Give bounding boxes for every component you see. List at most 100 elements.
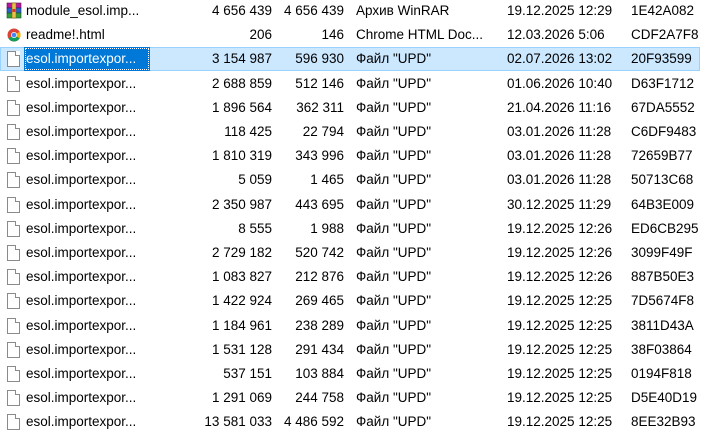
file-packed-size: 443 695 (295, 196, 344, 212)
file-packed-size: 4 486 592 (283, 414, 344, 430)
file-type: Файл "UPD" (356, 172, 432, 188)
file-icon (6, 362, 22, 386)
file-packed-size: 1 988 (310, 220, 344, 236)
file-modified: 19.12.2025 12:26 (507, 220, 613, 236)
file-crc: ED6CB295 (631, 220, 699, 236)
file-crc: 7D5674F8 (631, 293, 695, 309)
file-icon (6, 289, 22, 313)
file-packed-size: 362 311 (296, 99, 344, 115)
file-type: Архив WinRAR (356, 3, 450, 18)
file-row[interactable]: esol.importexpor... 537 151 103 884 Файл "U… (0, 362, 717, 386)
file-crc: 20F93599 (631, 51, 692, 67)
file-icon (6, 314, 22, 338)
file-name: esol.importexpor... (26, 148, 137, 164)
file-modified: 21.04.2026 11:16 (507, 99, 612, 115)
file-icon (6, 96, 22, 120)
file-name: module_esol.imp... (26, 3, 140, 18)
file-modified: 19.12.2025 12:25 (507, 390, 613, 406)
file-name: esol.importexpor... (26, 341, 137, 357)
file-row[interactable]: esol.importexpor... 1 083 827 212 876 Файл … (0, 265, 717, 289)
file-type: Файл "UPD" (356, 317, 432, 333)
file-row[interactable]: esol.importexpor... 5 059 1 465 Файл "UPD" 0… (0, 168, 717, 192)
file-size: 2 350 987 (211, 196, 272, 212)
file-crc: 64B3E009 (631, 196, 695, 212)
file-crc: 3099F49F (631, 245, 693, 260)
file-type: Файл "UPD" (356, 148, 432, 164)
archive-file-list[interactable]: module_esol.imp... 4 656 439 4 656 439 Архи… (0, 0, 717, 435)
file-name: esol.importexpor... (26, 390, 137, 406)
file-size: 8 555 (238, 220, 272, 236)
file-name: esol.importexpor... (26, 124, 137, 139)
file-type: Файл "UPD" (356, 366, 432, 381)
file-modified: 03.01.2026 11:28 (507, 172, 612, 188)
file-name: readme!.html (26, 27, 105, 43)
file-packed-size: 512 146 (295, 75, 344, 91)
file-type: Файл "UPD" (356, 390, 432, 406)
file-size: 118 425 (224, 124, 272, 139)
file-size: 3 154 987 (211, 51, 272, 67)
file-packed-size: 146 (321, 27, 344, 43)
file-type: Chrome HTML Doc... (356, 27, 484, 43)
file-modified: 02.07.2026 13:02 (507, 51, 613, 67)
file-type: Файл "UPD" (356, 220, 432, 236)
file-crc: 38F03864 (631, 341, 692, 357)
file-packed-size: 4 656 439 (283, 3, 344, 18)
file-modified: 30.12.2025 11:29 (507, 196, 612, 212)
file-type: Файл "UPD" (356, 341, 432, 357)
file-name: esol.importexpor... (26, 99, 137, 115)
file-crc: 1E42A082 (631, 3, 695, 18)
file-row[interactable]: readme!.html 206 146 Chrome HTML Doc... 12.0… (0, 23, 717, 47)
file-row[interactable]: esol.importexpor... 1 531 128 291 434 Файл … (0, 338, 717, 362)
file-modified: 19.12.2025 12:25 (507, 293, 613, 309)
file-packed-size: 1 465 (310, 172, 344, 188)
file-size: 2 729 182 (211, 245, 272, 260)
file-row[interactable]: esol.importexpor... 2 350 987 443 695 Файл … (0, 193, 717, 217)
file-row[interactable]: esol.importexpor... 1 422 924 269 465 Файл … (0, 289, 717, 313)
file-name: esol.importexpor... (26, 220, 137, 236)
file-packed-size: 103 884 (295, 366, 344, 381)
file-size: 1 184 961 (211, 317, 272, 333)
file-size: 206 (249, 27, 272, 43)
file-icon (6, 338, 22, 362)
file-name: esol.importexpor... (26, 172, 137, 188)
file-row[interactable]: esol.importexpor... 3 154 987 596 930 Файл … (0, 47, 717, 72)
file-modified: 19.12.2025 12:25 (507, 414, 613, 430)
file-icon (6, 241, 22, 265)
file-row[interactable]: esol.importexpor... 1 810 319 343 996 Файл … (0, 144, 717, 168)
file-modified: 19.12.2025 12:26 (507, 269, 613, 285)
file-modified: 19.12.2025 12:25 (507, 341, 613, 357)
file-size: 1 531 128 (211, 341, 272, 357)
file-type: Файл "UPD" (356, 51, 432, 67)
file-type: Файл "UPD" (356, 293, 432, 309)
winrar-archive-icon (6, 0, 22, 23)
file-icon (6, 217, 22, 241)
file-row[interactable]: esol.importexpor... 8 555 1 988 Файл "UPD" 1… (0, 217, 717, 241)
file-row[interactable]: esol.importexpor... 13 581 033 4 486 592 Фа… (0, 410, 717, 434)
file-packed-size: 291 434 (295, 341, 344, 357)
file-icon (6, 47, 22, 71)
file-crc: 0194F818 (631, 366, 692, 381)
file-row[interactable]: module_esol.imp... 4 656 439 4 656 439 Архи… (0, 0, 717, 23)
file-size: 13 581 033 (204, 414, 272, 430)
file-packed-size: 212 876 (295, 269, 344, 285)
file-size: 1 422 924 (211, 293, 272, 309)
file-name: esol.importexpor... (26, 414, 137, 430)
file-row[interactable]: esol.importexpor... 118 425 22 794 Файл "UP… (0, 120, 717, 144)
file-icon (6, 120, 22, 144)
file-modified: 19.12.2025 12:25 (507, 366, 613, 381)
chrome-html-icon (6, 23, 22, 47)
file-row[interactable]: esol.importexpor... 2 729 182 520 742 Файл … (0, 241, 717, 265)
file-size: 1 083 827 (211, 269, 272, 285)
file-modified: 19.12.2025 12:25 (507, 317, 613, 333)
file-packed-size: 596 930 (295, 51, 344, 67)
file-crc: 3811D43A (631, 317, 694, 333)
file-packed-size: 520 742 (295, 245, 344, 260)
file-modified: 12.03.2026 5:06 (507, 27, 605, 43)
file-row[interactable]: esol.importexpor... 1 184 961 238 289 Файл … (0, 314, 717, 338)
file-row[interactable]: esol.importexpor... 2 688 859 512 146 Файл … (0, 72, 717, 96)
file-packed-size: 22 794 (302, 124, 344, 139)
file-type: Файл "UPD" (356, 414, 432, 430)
file-crc: 887B50E3 (631, 269, 695, 285)
file-row[interactable]: esol.importexpor... 1 896 564 362 311 Файл … (0, 96, 717, 120)
file-row[interactable]: esol.importexpor... 1 291 069 244 758 Файл … (0, 386, 717, 410)
